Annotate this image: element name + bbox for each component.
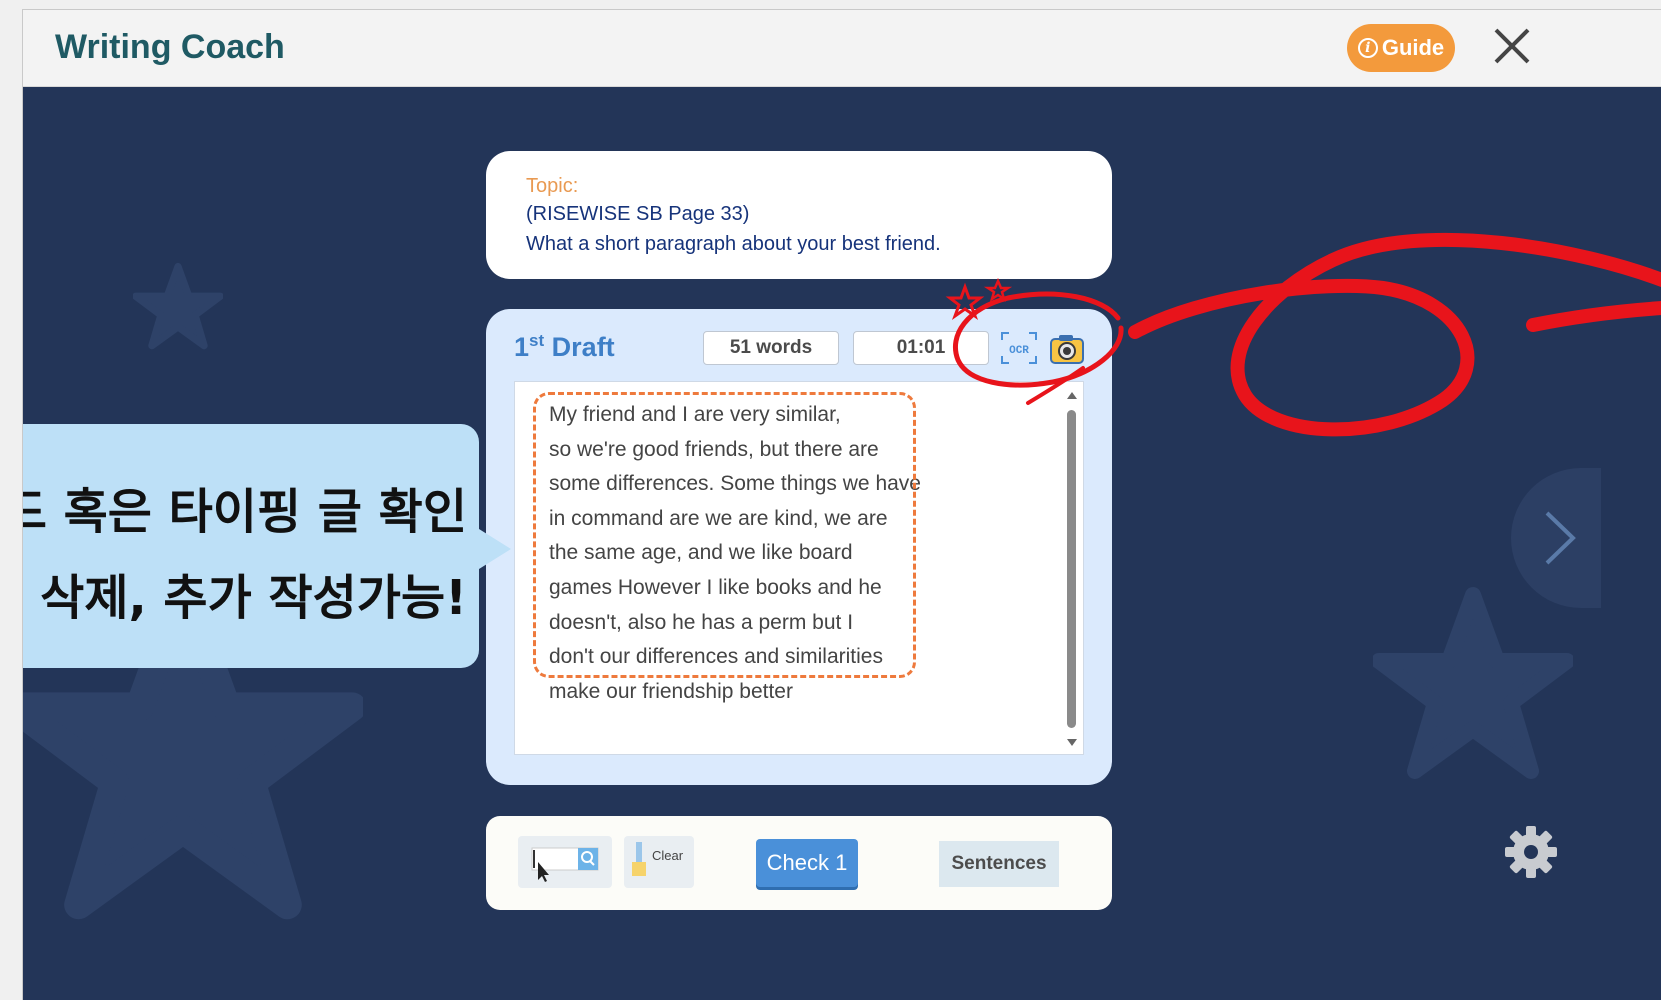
essay-editor[interactable]: My friend and I are very similar, so we'… — [514, 381, 1084, 755]
next-page-button[interactable] — [1511, 468, 1601, 608]
callout-line-2: , 삭제, 추가 작성가능! — [22, 570, 467, 626]
writing-coach-window: Writing Coach i Guide Topic: (RISEWISE S… — [22, 9, 1661, 1000]
callout-line-1: 드 혹은 타이핑 글 확인 — [22, 484, 467, 540]
text-cursor-search-icon — [531, 847, 599, 882]
callout-tail — [479, 529, 511, 569]
topic-source: (RISEWISE SB Page 33) — [526, 203, 750, 225]
eraser-icon: Clear — [632, 842, 684, 876]
gear-icon[interactable] — [1503, 824, 1559, 880]
timer-display: 01:01 — [853, 331, 989, 365]
check-button[interactable]: Check 1 — [756, 839, 858, 887]
topic-label: Topic: — [526, 175, 579, 197]
guide-label: Guide — [1381, 35, 1445, 60]
scrollbar-thumb[interactable] — [1067, 410, 1076, 728]
draft-card: 1st Draft 51 words 01:01 OCR My friend a… — [486, 309, 1112, 785]
chevron-right-icon — [1545, 511, 1576, 565]
ocr-label: OCR — [1009, 345, 1029, 357]
camera-icon[interactable] — [1048, 329, 1086, 367]
ocr-icon[interactable]: OCR — [1000, 331, 1038, 365]
star-decoration-icon — [1373, 587, 1573, 779]
draft-title: 1st Draft — [514, 331, 615, 362]
toolbar-card: Clear Check 1 Sentences — [486, 816, 1112, 910]
essay-line: make our friendship better — [549, 679, 793, 703]
highlight-dashed-box — [533, 392, 916, 678]
instruction-callout: 드 혹은 타이핑 글 확인 , 삭제, 추가 작성가능! — [23, 424, 479, 668]
app-header: Writing Coach i Guide — [23, 10, 1661, 87]
topic-prompt: What a short paragraph about your best f… — [526, 233, 941, 255]
info-icon: i — [1357, 38, 1378, 58]
clear-button[interactable]: Clear — [624, 836, 694, 888]
app-title: Writing Coach — [55, 28, 285, 66]
topic-card: Topic: (RISEWISE SB Page 33) What a shor… — [486, 151, 1112, 279]
guide-button[interactable]: i Guide — [1347, 24, 1455, 72]
sentences-button[interactable]: Sentences — [939, 841, 1059, 887]
star-decoration-icon — [133, 262, 223, 350]
close-icon[interactable] — [1490, 24, 1534, 68]
word-count-badge: 51 words — [703, 331, 839, 365]
find-tool-button[interactable] — [518, 836, 612, 888]
clear-label: Clear — [652, 848, 684, 863]
